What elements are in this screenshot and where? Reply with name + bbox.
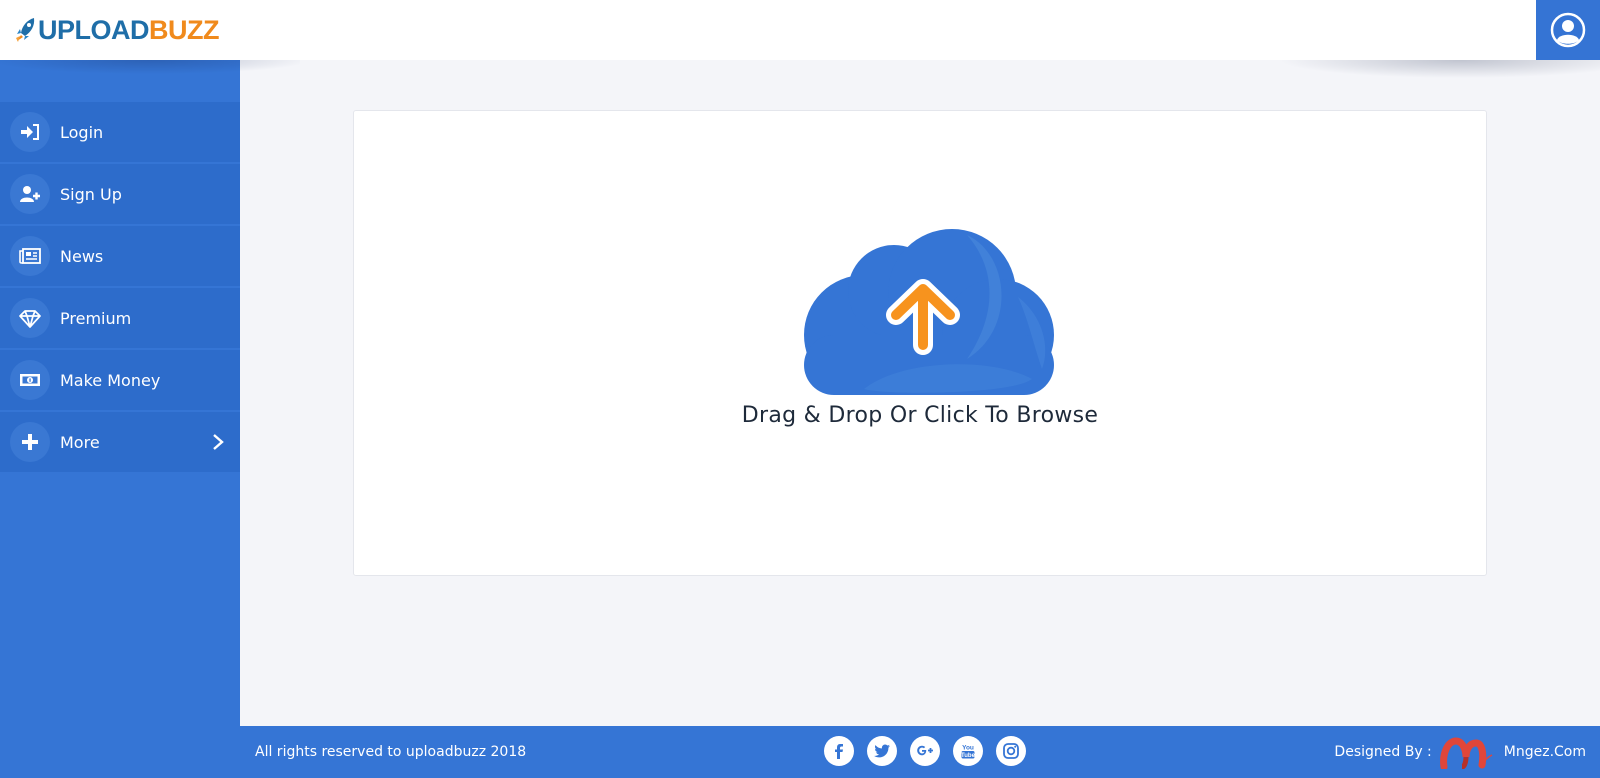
sidebar-item-premium[interactable]: Premium <box>0 288 240 350</box>
copyright-text: All rights reserved to uploadbuzz 2018 <box>255 744 527 760</box>
mngez-logo-icon[interactable] <box>1439 735 1494 769</box>
user-plus-icon <box>10 174 50 214</box>
user-account-button[interactable] <box>1536 0 1600 60</box>
facebook-link[interactable] <box>824 736 854 766</box>
header-shadow-right <box>1270 60 1600 105</box>
svg-text:You: You <box>962 745 974 752</box>
cloud-upload-icon <box>804 229 1054 395</box>
sidebar: Login Sign Up News Premium Make Money Mo… <box>0 60 240 778</box>
logo-text-buzz: BUZZ <box>149 15 219 45</box>
sidebar-item-label: More <box>60 432 100 452</box>
instagram-icon <box>1003 743 1019 759</box>
twitter-icon <box>874 744 890 758</box>
user-circle-icon <box>1550 12 1586 48</box>
social-links: You Tube <box>824 736 1026 766</box>
sidebar-item-label: Login <box>60 122 104 142</box>
sidebar-item-label: Premium <box>60 308 132 328</box>
sidebar-item-news[interactable]: News <box>0 226 240 288</box>
youtube-icon: YouTube <box>961 745 976 760</box>
instagram-link[interactable] <box>996 736 1026 766</box>
designer-name[interactable]: Mngez.Com <box>1504 744 1586 760</box>
chevron-right-icon <box>213 434 224 450</box>
footer: All rights reserved to uploadbuzz 2018 Y… <box>240 726 1600 778</box>
plus-icon <box>10 422 50 462</box>
google-plus-icon <box>917 745 933 756</box>
sidebar-item-label: Make Money <box>60 370 161 390</box>
svg-text:Tube: Tube <box>961 753 976 759</box>
money-bill-icon <box>10 360 50 400</box>
upload-dropzone[interactable]: Drag & Drop Or Click To Browse <box>353 110 1487 576</box>
site-logo[interactable]: UPLOAD BUZZ <box>14 14 219 46</box>
sidebar-item-more[interactable]: More <box>0 412 240 474</box>
sidebar-nav: Login Sign Up News Premium Make Money Mo… <box>0 102 240 474</box>
designed-by: Designed By : Mngez.Com <box>1334 726 1586 778</box>
twitter-link[interactable] <box>867 736 897 766</box>
rocket-icon <box>16 18 35 42</box>
facebook-icon <box>835 744 843 759</box>
sidebar-top-spacer <box>0 60 240 102</box>
youtube-link[interactable]: You Tube <box>953 736 983 766</box>
sign-in-icon <box>10 112 50 152</box>
sidebar-item-sign-up[interactable]: Sign Up <box>0 164 240 226</box>
newspaper-icon <box>10 236 50 276</box>
sidebar-item-label: Sign Up <box>60 184 122 204</box>
sidebar-item-make-money[interactable]: Make Money <box>0 350 240 412</box>
top-header: UPLOAD BUZZ <box>0 0 1600 60</box>
logo-text-upload: UPLOAD <box>38 15 150 45</box>
diamond-icon <box>10 298 50 338</box>
dropzone-prompt: Drag & Drop Or Click To Browse <box>741 403 1099 428</box>
sidebar-item-login[interactable]: Login <box>0 102 240 164</box>
google-plus-link[interactable] <box>910 736 940 766</box>
sidebar-item-label: News <box>60 246 104 266</box>
designed-by-label: Designed By : <box>1334 744 1432 760</box>
